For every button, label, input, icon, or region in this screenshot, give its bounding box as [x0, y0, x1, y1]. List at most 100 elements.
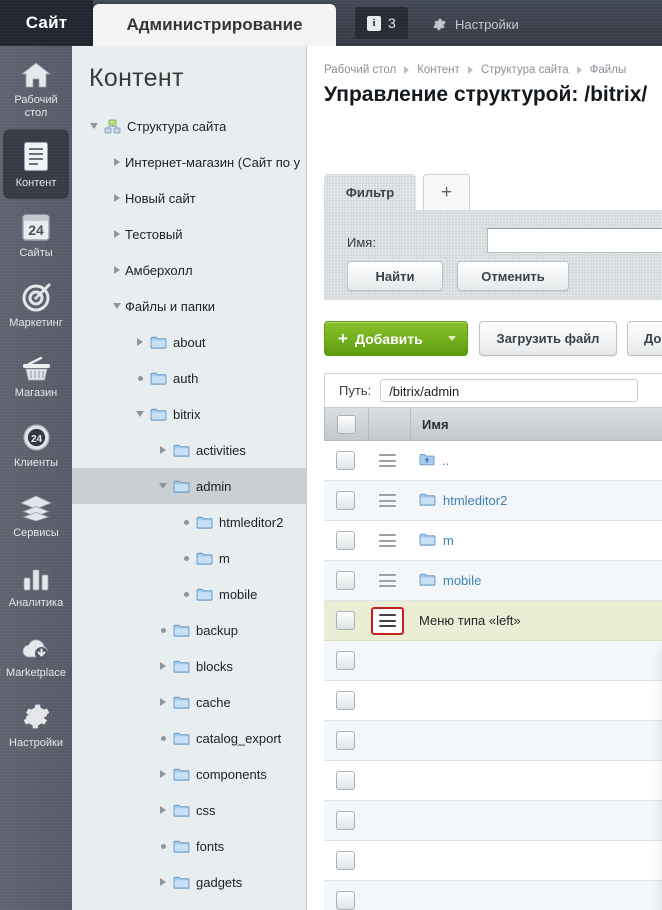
- chevron-down-icon[interactable]: [136, 411, 144, 417]
- row-checkbox[interactable]: [336, 571, 355, 590]
- chevron-right-icon[interactable]: [160, 446, 166, 454]
- row-checkbox[interactable]: [336, 851, 355, 870]
- hamburger-icon[interactable]: [379, 454, 396, 467]
- tree-node-catalog_export[interactable]: catalog_export: [72, 720, 306, 756]
- table-row[interactable]: [324, 681, 662, 721]
- tree-toggle[interactable]: [155, 828, 171, 864]
- row-checkbox[interactable]: [336, 451, 355, 470]
- row-checkbox-cell[interactable]: [324, 491, 367, 510]
- table-row[interactable]: [324, 841, 662, 881]
- row-checkbox-cell[interactable]: [324, 891, 367, 910]
- tree-toggle[interactable]: [155, 684, 171, 720]
- tree-node-blocks[interactable]: blocks: [72, 648, 306, 684]
- tree-node-fonts[interactable]: fonts: [72, 828, 306, 864]
- chevron-down-icon[interactable]: [113, 303, 121, 309]
- tree-node-тестовый[interactable]: Тестовый: [72, 216, 306, 252]
- row-checkbox-cell[interactable]: [324, 731, 367, 750]
- tree-toggle[interactable]: [109, 180, 125, 216]
- row-checkbox[interactable]: [336, 691, 355, 710]
- hamburger-icon[interactable]: [379, 574, 396, 587]
- row-checkbox-cell[interactable]: [324, 771, 367, 790]
- tree-toggle[interactable]: [109, 252, 125, 288]
- row-checkbox-cell[interactable]: [324, 651, 367, 670]
- rail-item-сайты[interactable]: 24 Сайты: [0, 199, 72, 269]
- rail-item-сервисы[interactable]: Сервисы: [0, 479, 72, 549]
- tree-node-bitrix[interactable]: bitrix: [72, 396, 306, 432]
- find-button[interactable]: Найти: [347, 261, 443, 291]
- notifications-button[interactable]: i 3: [355, 7, 408, 39]
- tree-toggle[interactable]: [86, 108, 102, 144]
- tree-toggle[interactable]: [178, 540, 194, 576]
- table-row[interactable]: mobile: [324, 561, 662, 601]
- tree-node-cache[interactable]: cache: [72, 684, 306, 720]
- table-row[interactable]: ..: [324, 441, 662, 481]
- cancel-filter-button[interactable]: Отменить: [457, 261, 569, 291]
- tree-toggle[interactable]: [155, 792, 171, 828]
- row-checkbox-cell[interactable]: [324, 531, 367, 550]
- row-checkbox[interactable]: [336, 491, 355, 510]
- tree-node-амберхолл[interactable]: Амберхолл: [72, 252, 306, 288]
- row-checkbox[interactable]: [336, 611, 355, 630]
- row-checkbox-cell[interactable]: [324, 851, 367, 870]
- tree-toggle[interactable]: [155, 756, 171, 792]
- row-actions-cell[interactable]: [367, 454, 408, 467]
- row-checkbox[interactable]: [336, 771, 355, 790]
- table-row[interactable]: [324, 721, 662, 761]
- chevron-right-icon[interactable]: [160, 770, 166, 778]
- tree-toggle[interactable]: [155, 864, 171, 900]
- rail-item-клиенты[interactable]: 24 Клиенты: [0, 409, 72, 479]
- tree-toggle[interactable]: [178, 576, 194, 612]
- tree-node-структура-сайта[interactable]: Структура сайта: [72, 108, 306, 144]
- tree-toggle[interactable]: [155, 612, 171, 648]
- add-filter-tab-button[interactable]: +: [423, 174, 470, 210]
- tree-toggle[interactable]: [155, 648, 171, 684]
- row-checkbox[interactable]: [336, 811, 355, 830]
- tree-node-файлы-и-папки[interactable]: Файлы и папки: [72, 288, 306, 324]
- upload-file-button[interactable]: Загрузить файл: [479, 321, 617, 356]
- tab-site[interactable]: Сайт: [0, 0, 93, 46]
- chevron-right-icon[interactable]: [160, 698, 166, 706]
- tree-node-интернет-магазин-сайт-по-у[interactable]: Интернет-магазин (Сайт по у: [72, 144, 306, 180]
- table-row[interactable]: Меню типа «left»: [324, 601, 662, 641]
- row-actions-cell[interactable]: [367, 494, 408, 507]
- table-row[interactable]: [324, 761, 662, 801]
- filter-name-input[interactable]: [487, 228, 662, 253]
- chevron-down-icon[interactable]: [90, 123, 98, 129]
- row-checkbox[interactable]: [336, 651, 355, 670]
- chevron-right-icon[interactable]: [160, 878, 166, 886]
- row-name[interactable]: ..: [419, 452, 662, 469]
- tree-node-m[interactable]: m: [72, 540, 306, 576]
- chevron-right-icon[interactable]: [114, 158, 120, 166]
- rail-item-маркетинг[interactable]: Маркетинг: [0, 269, 72, 339]
- row-name[interactable]: htmleditor2: [419, 492, 662, 509]
- topbar-settings-link[interactable]: Настройки: [432, 14, 519, 34]
- row-checkbox-cell[interactable]: [324, 571, 367, 590]
- more-actions-button[interactable]: До: [627, 321, 662, 356]
- tree-node-новый-сайт[interactable]: Новый сайт: [72, 180, 306, 216]
- tree-node-admin[interactable]: admin: [72, 468, 306, 504]
- tree-node-gadgets[interactable]: gadgets: [72, 864, 306, 900]
- tree-toggle[interactable]: [132, 396, 148, 432]
- tree-node-activities[interactable]: activities: [72, 432, 306, 468]
- tree-node-auth[interactable]: auth: [72, 360, 306, 396]
- tree-toggle[interactable]: [132, 324, 148, 360]
- table-row[interactable]: [324, 801, 662, 841]
- tree-toggle[interactable]: [109, 144, 125, 180]
- row-checkbox[interactable]: [336, 891, 355, 910]
- tree-toggle[interactable]: [155, 720, 171, 756]
- chevron-down-icon[interactable]: [159, 483, 167, 489]
- hamburger-icon[interactable]: [379, 534, 396, 547]
- chevron-right-icon[interactable]: [160, 662, 166, 670]
- path-input[interactable]: /bitrix/admin: [380, 379, 639, 402]
- breadcrumb-item[interactable]: Файлы: [590, 64, 627, 76]
- table-row[interactable]: htmleditor2: [324, 481, 662, 521]
- rail-item-магазин[interactable]: Магазин: [0, 339, 72, 409]
- tree-toggle[interactable]: [109, 288, 125, 324]
- row-checkbox[interactable]: [336, 531, 355, 550]
- rail-item-аналитика[interactable]: Аналитика: [0, 549, 72, 619]
- rail-item-контент[interactable]: Контент: [3, 129, 69, 199]
- row-checkbox-cell[interactable]: [324, 691, 367, 710]
- tree-node-css[interactable]: css: [72, 792, 306, 828]
- breadcrumb-item[interactable]: Контент: [417, 64, 460, 76]
- row-checkbox-cell[interactable]: [324, 811, 367, 830]
